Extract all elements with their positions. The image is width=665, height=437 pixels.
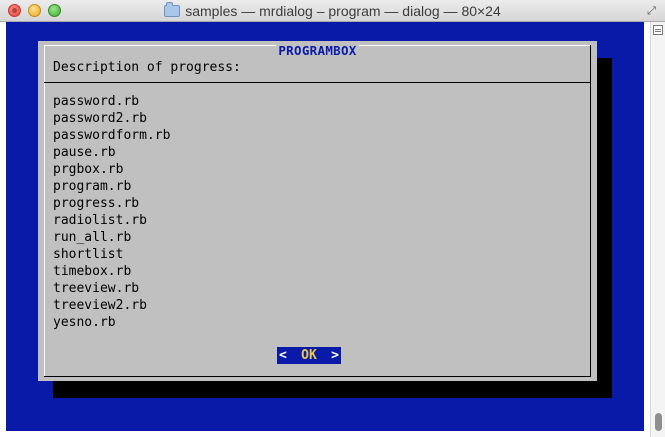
dialog-title-bar: PROGRAMBOX	[38, 43, 597, 58]
dialog-description: Description of progress:	[53, 60, 241, 75]
description-divider	[44, 82, 591, 83]
program-output-list: password.rb password2.rb passwordform.rb…	[53, 93, 170, 331]
scrollbar-thumb[interactable]	[655, 413, 662, 431]
ok-button-label: OK	[301, 348, 317, 363]
scrollbar-lines-icon[interactable]	[653, 25, 663, 35]
output-line: yesno.rb	[53, 315, 116, 330]
output-line: pause.rb	[53, 145, 116, 160]
folder-icon	[164, 2, 181, 17]
terminal-scrollbar[interactable]	[650, 22, 665, 437]
output-line: program.rb	[53, 179, 132, 194]
programbox-dialog: PROGRAMBOX Description of progress: pass…	[38, 41, 597, 381]
ok-right-bracket: >	[331, 348, 339, 363]
ok-label-rest: K	[309, 348, 317, 363]
output-line: password.rb	[53, 94, 140, 109]
window-title: samples — mrdialog – program — dialog — …	[185, 3, 501, 19]
window-title-container: samples — mrdialog – program — dialog — …	[0, 0, 665, 22]
ok-hotkey: O	[301, 348, 309, 363]
output-line: password2.rb	[53, 111, 147, 126]
fullscreen-icon[interactable]: ⤢	[645, 4, 658, 17]
terminal-bottom-margin	[0, 431, 650, 437]
output-line: treeview2.rb	[53, 298, 147, 313]
window-titlebar: samples — mrdialog – program — dialog — …	[0, 0, 665, 22]
output-line: shortlist	[53, 247, 124, 262]
output-line: run_all.rb	[53, 230, 132, 245]
dialog-title: PROGRAMBOX	[276, 43, 359, 58]
ok-left-bracket: <	[279, 348, 287, 363]
output-line: passwordform.rb	[53, 128, 171, 143]
output-line: progress.rb	[53, 196, 140, 211]
terminal-left-margin	[0, 22, 6, 437]
ok-button[interactable]: < OK >	[277, 347, 341, 364]
output-line: timebox.rb	[53, 264, 132, 279]
output-line: treeview.rb	[53, 281, 140, 296]
output-line: radiolist.rb	[53, 213, 147, 228]
output-line: prgbox.rb	[53, 162, 124, 177]
